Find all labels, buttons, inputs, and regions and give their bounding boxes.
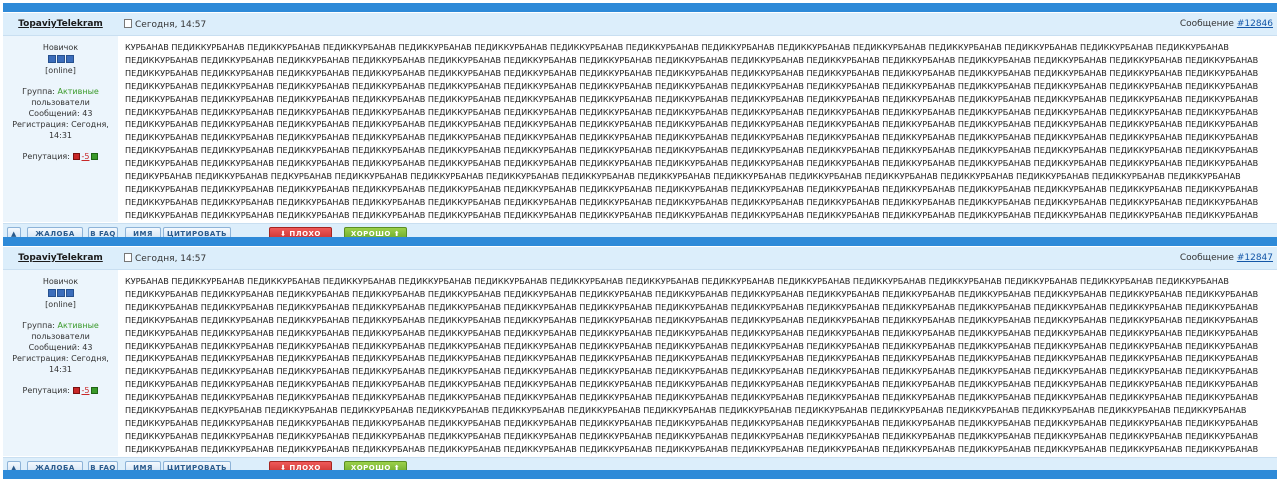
group-label: Группа: xyxy=(22,321,55,330)
rep-value[interactable]: -5 xyxy=(82,386,90,395)
post-date: Сегодня, 14:57 xyxy=(124,19,206,30)
post-number: Сообщение #12847 xyxy=(1180,253,1273,263)
online-status: [online] xyxy=(45,300,76,309)
rep-minus-icon[interactable] xyxy=(72,153,80,160)
online-status: [online] xyxy=(45,66,76,75)
rep-plus-icon[interactable] xyxy=(91,153,99,160)
post-separator xyxy=(3,237,1277,246)
rep-value[interactable]: -5 xyxy=(82,152,90,161)
rank-pips-icon xyxy=(3,54,118,64)
document-icon xyxy=(124,253,132,262)
group-value: Активные xyxy=(57,321,99,330)
author-registration: Регистрация: Сегодня, 14:31 xyxy=(12,120,109,140)
author-info: Новичок [online] Группа: Активные пользо… xyxy=(3,36,118,222)
rep-label: Репутация: xyxy=(22,152,70,161)
author-reputation: Репутация: -5 xyxy=(3,151,118,162)
author-name[interactable]: TopaviyTelekram xyxy=(3,253,118,263)
post-number-link[interactable]: #12846 xyxy=(1237,19,1273,29)
author-group: Группа: Активные xyxy=(3,86,118,97)
rank-pips-icon xyxy=(3,288,118,298)
post-header: TopaviyTelekram Сегодня, 14:57 Сообщение… xyxy=(3,247,1277,270)
post-number-label: Сообщение xyxy=(1179,253,1234,263)
post-number-label: Сообщение xyxy=(1179,19,1234,29)
post-date-text: Сегодня, 14:57 xyxy=(135,254,207,264)
post-body: КУРБАНАВ ПЕДИККУРБАНАВ ПЕДИККУРБАНАВ ПЕД… xyxy=(125,276,1259,467)
author-group: Группа: Активные xyxy=(3,320,118,331)
post-number-link[interactable]: #12847 xyxy=(1237,253,1273,263)
top-bar xyxy=(3,3,1277,12)
author-posts-count: Сообщений: 43 xyxy=(28,109,93,118)
author-info: Новичок [online] Группа: Активные пользо… xyxy=(3,270,118,456)
group-value-2: пользователи xyxy=(31,98,90,107)
post-body: КУРБАНАВ ПЕДИККУРБАНАВ ПЕДИККУРБАНАВ ПЕД… xyxy=(125,42,1259,233)
post-date: Сегодня, 14:57 xyxy=(124,253,206,264)
rep-plus-icon[interactable] xyxy=(91,387,99,394)
author-name[interactable]: TopaviyTelekram xyxy=(3,19,118,29)
post-separator xyxy=(3,470,1277,479)
group-value: Активные xyxy=(57,87,99,96)
post-date-text: Сегодня, 14:57 xyxy=(135,20,207,30)
group-value-2: пользователи xyxy=(31,332,90,341)
rep-minus-icon[interactable] xyxy=(72,387,80,394)
rep-label: Репутация: xyxy=(22,386,70,395)
post-header: TopaviyTelekram Сегодня, 14:57 Сообщение… xyxy=(3,13,1277,36)
author-rank: Новичок xyxy=(42,43,79,52)
document-icon xyxy=(124,19,132,28)
group-label: Группа: xyxy=(22,87,55,96)
author-rank: Новичок xyxy=(42,277,79,286)
author-registration: Регистрация: Сегодня, 14:31 xyxy=(12,354,109,374)
post-number: Сообщение #12846 xyxy=(1180,19,1273,29)
author-posts-count: Сообщений: 43 xyxy=(28,343,93,352)
author-reputation: Репутация: -5 xyxy=(3,385,118,396)
